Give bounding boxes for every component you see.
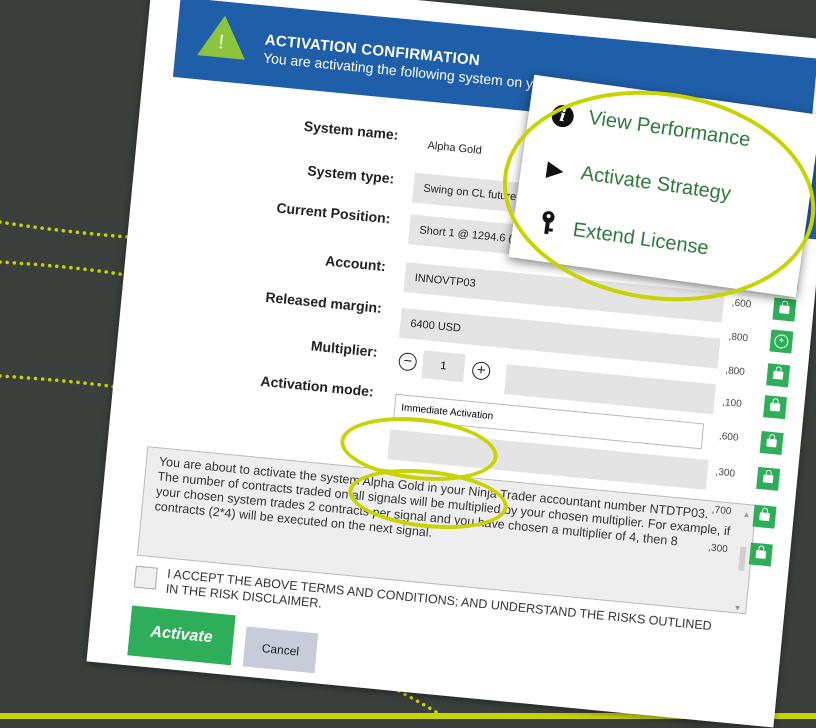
plus-circle-icon: + [773,333,790,350]
lock-icon [759,512,770,522]
cancel-button[interactable]: Cancel [242,626,319,674]
lock-icon [762,474,774,484]
lock-button[interactable] [763,395,788,420]
account-label: Account: [324,252,387,275]
lock-button[interactable] [772,297,797,322]
system-name-value: Alpha Gold [426,139,483,157]
right-value: ,300 [715,466,736,480]
system-name-label: System name: [303,117,400,143]
minus-icon[interactable]: − [397,351,418,372]
lock-button[interactable] [748,542,773,567]
scroll-down-icon[interactable]: ▼ [733,600,742,616]
lock-icon [779,305,790,315]
scroll-thumb[interactable] [738,546,747,571]
warning-icon: ! [197,13,249,60]
add-button[interactable]: + [769,329,794,354]
right-value: ,100 [721,397,743,410]
scroll-up-icon[interactable]: ▲ [742,507,751,523]
lock-button[interactable] [759,430,784,456]
right-value: ,600 [731,297,752,311]
right-value: ,800 [728,331,749,345]
lock-icon [772,370,784,380]
current-position-label: Current Position: [275,199,392,227]
activate-button[interactable]: Activate [127,605,236,666]
right-value: ,700 [711,504,732,518]
multiplier-input[interactable]: 1 [421,350,466,383]
lock-icon [769,402,781,412]
lock-icon [766,438,777,448]
lock-button[interactable] [766,363,791,388]
right-value: ,600 [718,430,739,444]
plus-icon[interactable]: + [471,361,492,381]
lock-button[interactable] [756,466,781,491]
right-value: ,300 [707,542,729,556]
system-type-label: System type: [306,162,395,187]
accept-checkbox[interactable] [133,565,158,590]
lock-button[interactable] [752,504,777,529]
lock-icon [755,550,767,559]
multiplier-label: Multiplier: [310,337,379,360]
activation-mode-label: Activation mode: [259,372,375,400]
released-margin-label: Released margin: [264,288,383,316]
right-value: ,800 [724,365,746,379]
